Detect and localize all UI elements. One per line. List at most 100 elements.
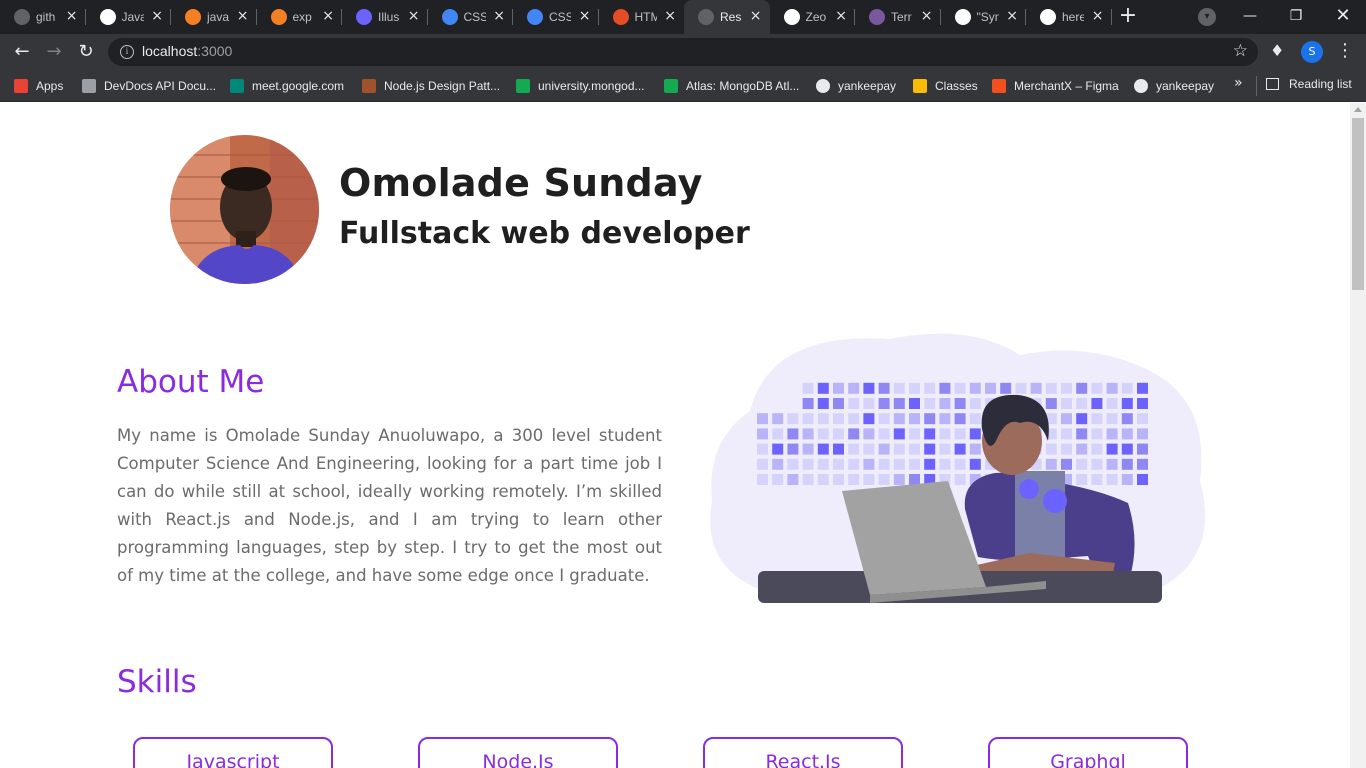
tab-close-icon[interactable]: ×: [237, 9, 249, 23]
illustration-tile: [848, 428, 860, 440]
reload-icon[interactable]: ↻: [74, 40, 98, 64]
profile-avatar[interactable]: S: [1301, 41, 1323, 63]
tab-close-icon[interactable]: ×: [151, 9, 163, 23]
browser-tab[interactable]: Zeo ×: [770, 0, 855, 34]
tab-close-icon[interactable]: ×: [579, 9, 591, 23]
browser-tab[interactable]: "Syn ×: [941, 0, 1026, 34]
developer-laptop-illustration: [710, 333, 1206, 603]
tab-label: gith: [36, 10, 56, 24]
maximize-button[interactable]: ❐: [1273, 0, 1319, 32]
bookmark-star-icon[interactable]: ☆: [1233, 41, 1248, 61]
illustration-tile: [1106, 413, 1118, 425]
minimize-button[interactable]: —: [1227, 0, 1273, 32]
illustration-tile: [1137, 413, 1148, 425]
tab-close-icon[interactable]: ×: [322, 9, 334, 23]
illustration-tile: [893, 428, 905, 440]
bookmark-item[interactable]: MerchantX – Figma: [992, 77, 1119, 95]
bookmark-item[interactable]: university.mongod...: [516, 77, 645, 95]
tab-close-icon[interactable]: ×: [835, 9, 847, 23]
illustration-tile: [878, 443, 890, 455]
browser-tab[interactable]: CSS ×: [513, 0, 599, 34]
skill-card-reactjs[interactable]: React.Js: [703, 737, 903, 768]
bookmark-item[interactable]: yankeepay: [1134, 77, 1214, 95]
illustration-tile: [954, 458, 966, 470]
address-bar[interactable]: i localhost:3000 ☆: [108, 38, 1258, 66]
browser-tab[interactable]: Java ×: [86, 0, 171, 34]
illustration-tile: [757, 458, 768, 470]
bookmark-item[interactable]: Classes: [913, 77, 978, 95]
illustration-tile: [772, 474, 784, 485]
new-tab-button[interactable]: +: [1117, 5, 1139, 28]
illustration-tile: [802, 413, 814, 425]
illustration-tile: [802, 382, 814, 394]
illustration-tile: [924, 443, 936, 455]
illustration-tile: [939, 413, 951, 425]
illustration-tile: [878, 428, 890, 440]
forward-arrow-icon[interactable]: →: [42, 40, 66, 64]
illustration-site-icon: [356, 9, 372, 25]
illustration-tile: [863, 413, 875, 425]
illustration-tile: [1076, 382, 1088, 394]
illustration-tile: [863, 443, 875, 455]
illustration-tile: [1137, 382, 1148, 394]
browser-tab[interactable]: exp ×: [257, 0, 342, 34]
skill-card-javascript[interactable]: Javascript: [133, 737, 333, 768]
reading-list-button[interactable]: Reading list: [1266, 77, 1352, 91]
bookmark-item[interactable]: Node.js Design Patt...: [362, 77, 500, 95]
tab-label: exp: [292, 10, 312, 24]
bookmark-item[interactable]: Atlas: MongoDB Atl...: [664, 77, 799, 95]
browser-tab[interactable]: java ×: [171, 0, 257, 34]
browser-tab[interactable]: Terr ×: [855, 0, 941, 34]
github-icon: [99, 9, 116, 25]
illustration-tile: [787, 428, 799, 440]
bookmark-item[interactable]: yankeepay: [816, 77, 896, 95]
site-info-icon[interactable]: i: [120, 45, 134, 59]
browser-tab[interactable]: HTM ×: [599, 0, 685, 34]
skill-card-graphql[interactable]: Graphql: [988, 737, 1188, 768]
illustration-tile: [863, 398, 875, 409]
bookmark-item[interactable]: meet.google.com: [230, 77, 344, 95]
browser-tab[interactable]: Illus ×: [342, 0, 428, 34]
illustration-tile: [909, 443, 920, 455]
page-scrollbar[interactable]: [1350, 103, 1366, 768]
close-window-button[interactable]: ✕: [1320, 0, 1366, 32]
scroll-up-arrow-icon[interactable]: [1354, 107, 1362, 112]
bookmark-item[interactable]: DevDocs API Docu...: [82, 77, 216, 95]
tab-search-icon[interactable]: ▾: [1198, 8, 1216, 26]
reading-list-label: Reading list: [1289, 77, 1352, 91]
tab-close-icon[interactable]: ×: [1092, 9, 1104, 23]
browser-tab[interactable]: Resu ×: [684, 0, 770, 34]
tab-close-icon[interactable]: ×: [66, 9, 78, 23]
illustration-tile: [833, 398, 844, 409]
illustration-tile: [848, 474, 860, 485]
book-icon: [362, 79, 376, 93]
illustration-tile: [909, 413, 920, 425]
figma-icon: [992, 79, 1006, 93]
illustration-tile: [833, 382, 844, 394]
scrollbar-thumb[interactable]: [1352, 118, 1364, 290]
illustration-tile: [787, 413, 799, 425]
tab-close-icon[interactable]: ×: [750, 9, 762, 23]
browser-tab[interactable]: CSS ×: [428, 0, 513, 34]
tab-close-icon[interactable]: ×: [408, 9, 420, 23]
extensions-puzzle-icon[interactable]: ♦: [1270, 41, 1284, 60]
bookmarks-overflow-icon[interactable]: »: [1234, 75, 1243, 91]
skill-card-nodejs[interactable]: Node.Js: [418, 737, 618, 768]
url-text[interactable]: localhost:3000: [142, 43, 232, 59]
illustration-tile: [817, 413, 829, 425]
tab-close-icon[interactable]: ×: [664, 9, 676, 23]
back-arrow-icon[interactable]: ←: [10, 40, 34, 64]
browser-tab[interactable]: here ×: [1026, 0, 1112, 34]
illustration-tile: [1091, 428, 1103, 440]
bookmark-item[interactable]: Apps: [14, 77, 63, 95]
tab-close-icon[interactable]: ×: [493, 9, 505, 23]
browser-tab[interactable]: gith ×: [0, 0, 86, 34]
tab-close-icon[interactable]: ×: [921, 9, 933, 23]
illustration-tile: [985, 382, 996, 394]
browser-menu-icon[interactable]: ⋮: [1336, 40, 1354, 61]
illustration-tile: [939, 398, 951, 409]
illustration-tile: [893, 398, 905, 409]
illustration-tile: [909, 458, 920, 470]
tab-close-icon[interactable]: ×: [1006, 9, 1018, 23]
illustration-tile: [833, 458, 844, 470]
